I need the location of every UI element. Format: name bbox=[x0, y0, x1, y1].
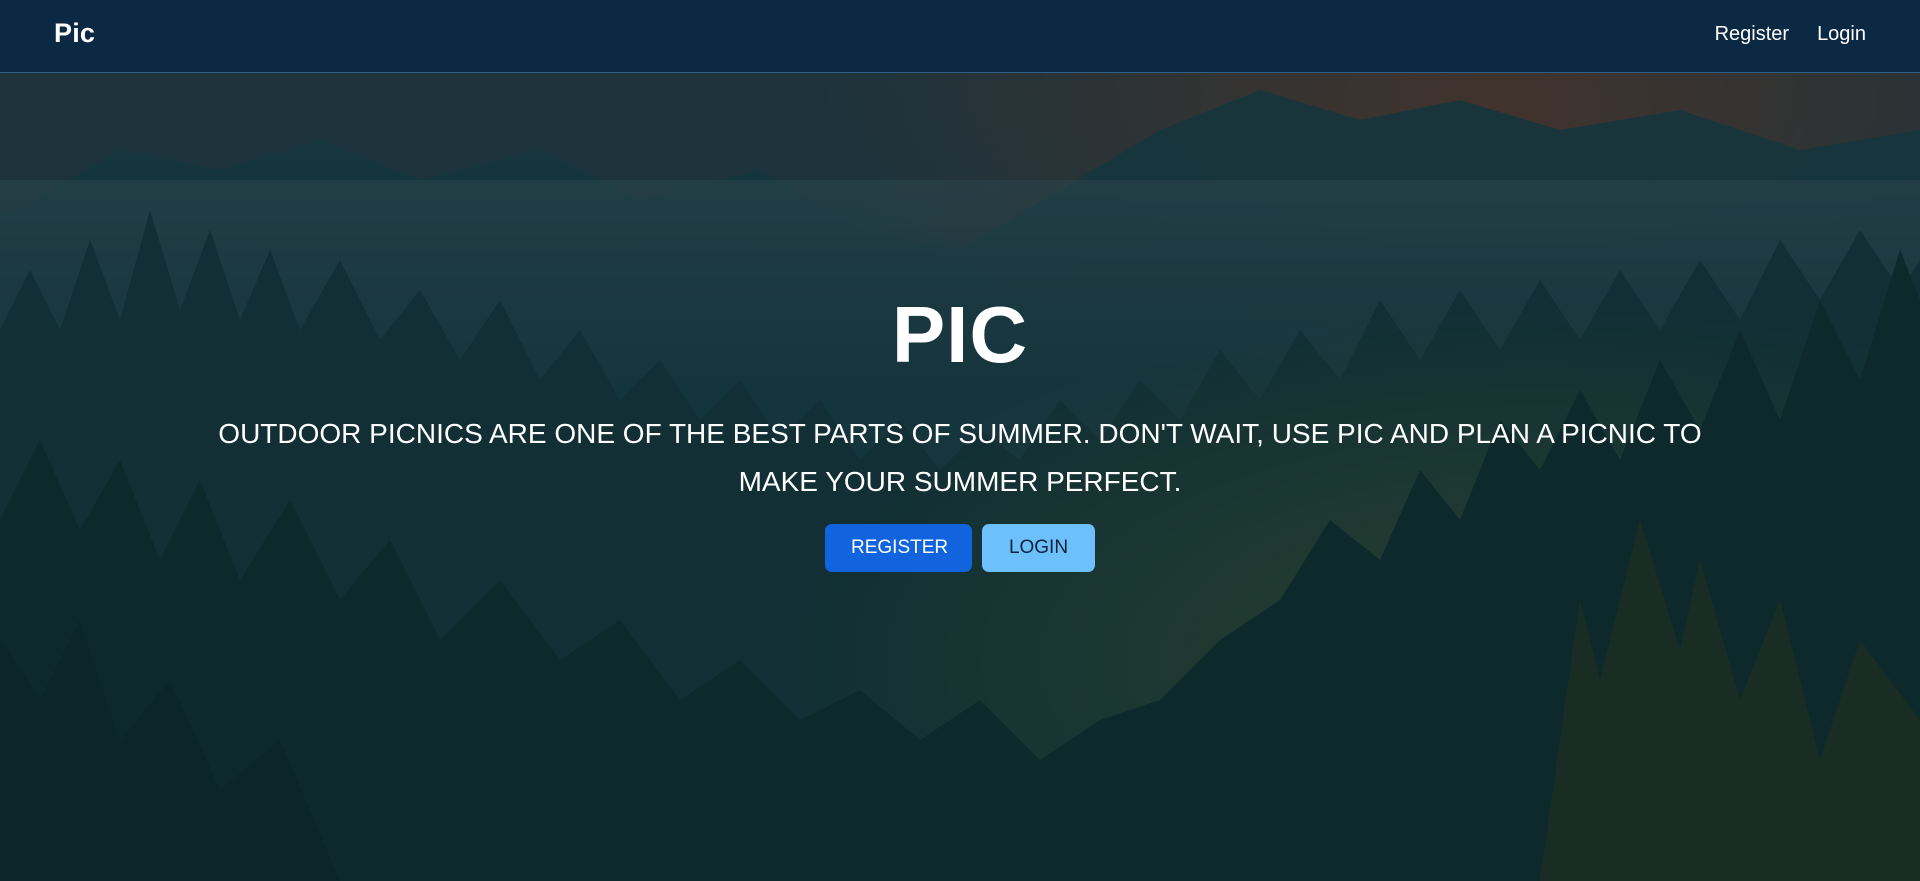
hero-button-group: REGISTER LOGIN bbox=[0, 524, 1920, 572]
hero-section: PIC OUTDOOR PICNICS ARE ONE OF THE BEST … bbox=[0, 290, 1920, 572]
login-button[interactable]: LOGIN bbox=[982, 524, 1095, 572]
nav-links: Register Login bbox=[1715, 23, 1866, 46]
nav-register-link[interactable]: Register bbox=[1715, 23, 1789, 46]
brand-logo[interactable]: Pic bbox=[54, 18, 95, 49]
register-button[interactable]: REGISTER bbox=[825, 524, 972, 572]
hero-title: PIC bbox=[891, 290, 1029, 379]
nav-login-link[interactable]: Login bbox=[1817, 23, 1866, 46]
landing-page: Pic Register Login PIC OUTDOOR PICNICS A… bbox=[0, 0, 1920, 881]
top-navbar: Pic Register Login bbox=[0, 0, 1920, 73]
hero-subtitle: OUTDOOR PICNICS ARE ONE OF THE BEST PART… bbox=[218, 418, 1702, 497]
